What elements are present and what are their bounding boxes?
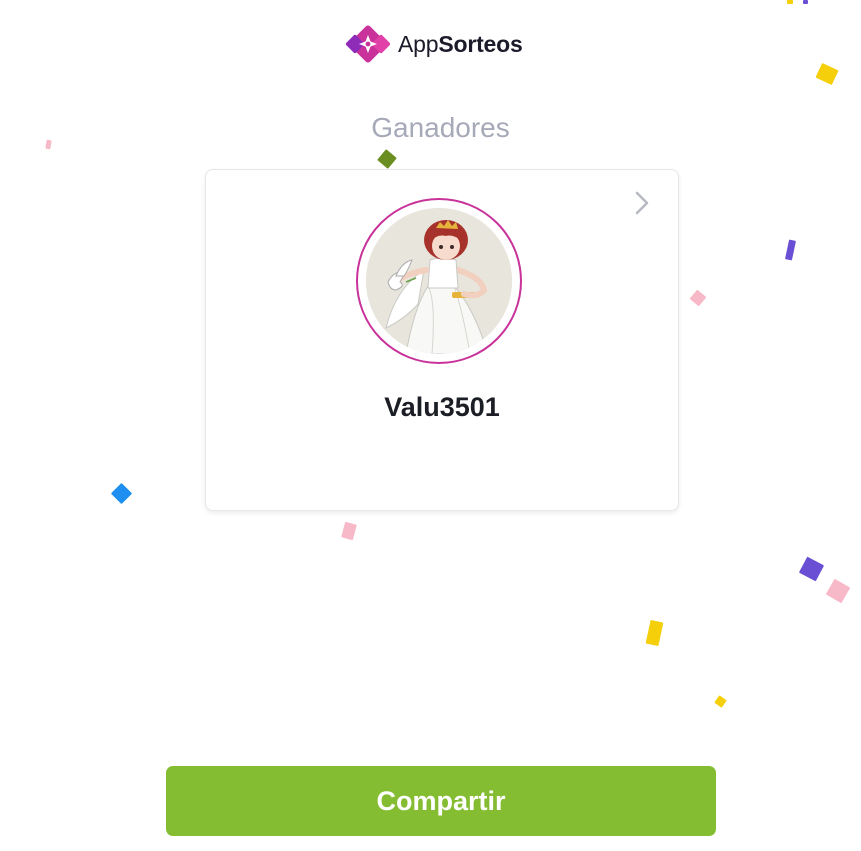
app-name: App Sorteos: [398, 31, 523, 58]
confetti-piece: [110, 482, 133, 505]
confetti-piece: [787, 0, 793, 4]
app-name-prefix: App: [398, 30, 439, 57]
avatar-ring: [356, 198, 522, 364]
confetti-piece: [825, 578, 851, 604]
winner-card[interactable]: Valu3501: [205, 169, 679, 511]
confetti-piece: [784, 239, 797, 261]
confetti-piece: [798, 556, 825, 582]
app-logo[interactable]: App Sorteos: [345, 22, 523, 66]
confetti-piece: [377, 149, 397, 169]
page-title: Ganadores: [371, 112, 510, 143]
chevron-right-icon[interactable]: [632, 190, 652, 216]
confetti-piece: [645, 619, 664, 647]
avatar[interactable]: [366, 208, 512, 354]
confetti-piece: [341, 521, 357, 541]
share-button[interactable]: Compartir: [166, 766, 716, 836]
confetti-piece: [803, 0, 808, 4]
winner-username: Valu3501: [384, 392, 500, 422]
confetti-piece: [815, 62, 839, 86]
confetti-piece: [714, 695, 727, 708]
ticket-diamond-icon: [345, 22, 391, 66]
confetti-piece: [689, 289, 707, 307]
winners-page: App Sorteos Ganadores Valu3501 Compartir: [0, 0, 861, 851]
app-name-suffix: Sorteos: [438, 30, 523, 57]
